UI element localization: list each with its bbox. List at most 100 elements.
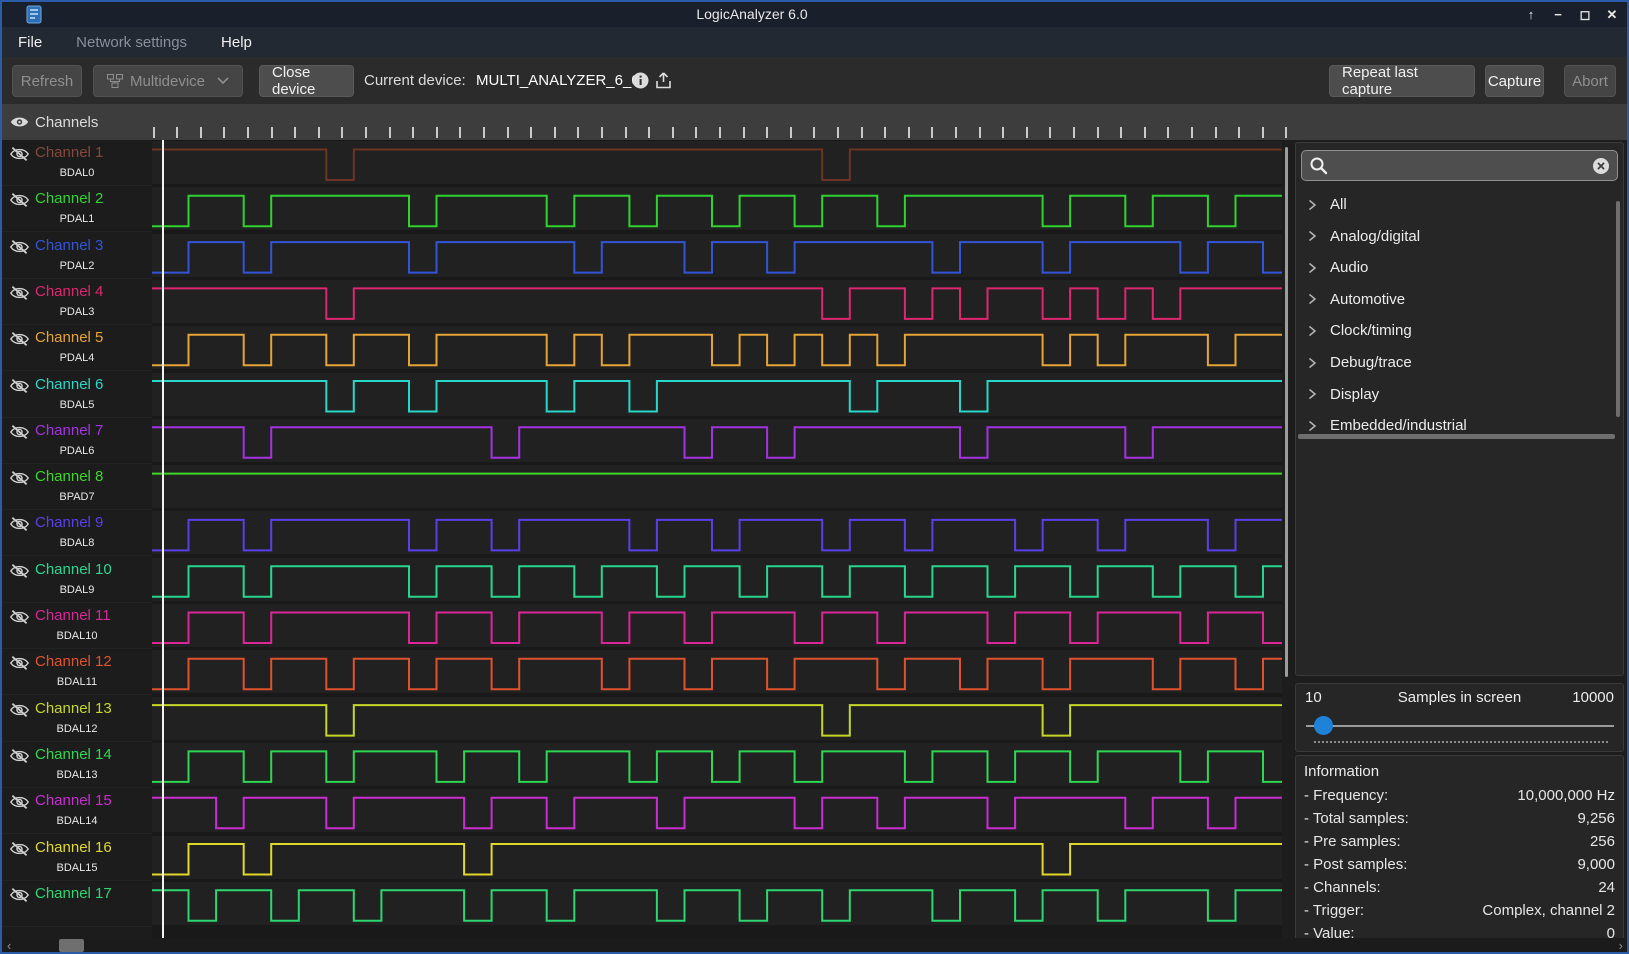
tree-item-debug-trace[interactable]: Debug/trace bbox=[1302, 347, 1602, 378]
channel-name[interactable]: Channel 14 bbox=[35, 746, 112, 763]
tree-item-label: Analog/digital bbox=[1330, 228, 1420, 245]
capture-button[interactable]: Capture bbox=[1485, 65, 1544, 97]
eye-off-icon[interactable] bbox=[10, 794, 29, 810]
eye-off-icon[interactable] bbox=[10, 748, 29, 764]
tree-item-analog-digital[interactable]: Analog/digital bbox=[1302, 221, 1602, 252]
channel-row[interactable]: Channel 9 BDAL8 bbox=[2, 510, 152, 556]
tree-item-audio[interactable]: Audio bbox=[1302, 252, 1602, 283]
eye-off-icon[interactable] bbox=[10, 609, 29, 625]
maximize-button[interactable]: ◻ bbox=[1576, 6, 1594, 24]
eye-off-icon[interactable] bbox=[10, 887, 29, 903]
channel-name[interactable]: Channel 12 bbox=[35, 653, 112, 670]
channel-row[interactable]: Channel 6BDAL5 bbox=[2, 372, 152, 418]
channel-name[interactable]: Channel 9 bbox=[35, 514, 103, 531]
eye-off-icon[interactable] bbox=[10, 285, 29, 301]
ruler-tick bbox=[507, 127, 509, 138]
channel-name[interactable]: Channel 4 bbox=[35, 283, 103, 300]
tree-item-display[interactable]: Display bbox=[1302, 379, 1602, 410]
samples-slider-thumb[interactable] bbox=[1314, 716, 1333, 735]
export-device-icon[interactable] bbox=[655, 72, 672, 89]
tree-item-automotive[interactable]: Automotive bbox=[1302, 284, 1602, 315]
channel-row[interactable]: Channel 16BDAL15 bbox=[2, 835, 152, 881]
ruler-tick bbox=[318, 127, 320, 138]
channel-name[interactable]: Channel 16 bbox=[35, 839, 112, 856]
chevron-right-icon[interactable] bbox=[1306, 262, 1318, 274]
channel-row[interactable]: Channel 11BDAL10 bbox=[2, 603, 152, 649]
menu-help[interactable]: Help bbox=[217, 32, 256, 53]
eye-off-icon[interactable] bbox=[10, 146, 29, 162]
scroll-right-icon[interactable]: › bbox=[1619, 938, 1623, 953]
eye-off-icon[interactable] bbox=[10, 424, 29, 440]
samples-slider-track[interactable] bbox=[1306, 725, 1614, 727]
info-row-label: - Post samples: bbox=[1304, 853, 1407, 876]
tree-vertical-scrollbar[interactable] bbox=[1616, 201, 1620, 417]
ruler-tick bbox=[790, 127, 792, 138]
close-device-button[interactable]: Close device bbox=[259, 65, 354, 97]
raise-button[interactable]: ↑ bbox=[1522, 6, 1540, 24]
chevron-right-icon[interactable] bbox=[1306, 325, 1318, 337]
tree-item-all[interactable]: All bbox=[1302, 189, 1602, 220]
tree-horizontal-scrollbar[interactable] bbox=[1298, 434, 1615, 439]
channel-name[interactable]: Channel 8 bbox=[35, 468, 103, 485]
eye-off-icon[interactable] bbox=[10, 702, 29, 718]
channel-row[interactable]: Channel 3PDAL2 bbox=[2, 233, 152, 279]
channel-row[interactable]: Channel 7PDAL6 bbox=[2, 418, 152, 464]
search-box[interactable] bbox=[1301, 150, 1618, 181]
channel-row[interactable]: Channel 15BDAL14 bbox=[2, 788, 152, 834]
channel-sub-label: BDAL8 bbox=[22, 537, 132, 549]
chevron-right-icon[interactable] bbox=[1306, 388, 1318, 400]
eye-off-icon[interactable] bbox=[10, 331, 29, 347]
chevron-right-icon[interactable] bbox=[1306, 230, 1318, 242]
channel-name[interactable]: Channel 7 bbox=[35, 422, 103, 439]
channel-row[interactable]: Channel 8BPAD7 bbox=[2, 464, 152, 510]
channel-name[interactable]: Channel 17 bbox=[35, 885, 112, 902]
waveform-vertical-scrollbar[interactable] bbox=[1285, 147, 1288, 677]
channel-name[interactable]: Channel 15 bbox=[35, 792, 112, 809]
eye-off-icon[interactable] bbox=[10, 470, 29, 486]
device-info-icon[interactable] bbox=[632, 72, 649, 89]
close-button[interactable]: ✕ bbox=[1603, 6, 1621, 24]
channel-row[interactable]: Channel 10BDAL9 bbox=[2, 557, 152, 603]
chevron-right-icon[interactable] bbox=[1306, 293, 1318, 305]
info-row-label: - Channels: bbox=[1304, 876, 1381, 899]
channel-name[interactable]: Channel 13 bbox=[35, 700, 112, 717]
eye-off-icon[interactable] bbox=[10, 192, 29, 208]
chevron-right-icon[interactable] bbox=[1306, 199, 1318, 211]
eye-off-icon[interactable] bbox=[10, 378, 29, 394]
eye-off-icon[interactable] bbox=[10, 239, 29, 255]
channel-name[interactable]: Channel 6 bbox=[35, 376, 103, 393]
eye-off-icon[interactable] bbox=[10, 563, 29, 579]
channel-row[interactable]: Channel 12BDAL11 bbox=[2, 649, 152, 695]
channel-row[interactable]: Channel 1BDAL0 bbox=[2, 140, 152, 186]
clear-search-icon[interactable] bbox=[1593, 158, 1609, 174]
horizontal-scrollbar-thumb[interactable] bbox=[59, 939, 84, 952]
eye-icon[interactable] bbox=[10, 113, 29, 131]
eye-off-icon[interactable] bbox=[10, 841, 29, 857]
repeat-last-capture-button[interactable]: Repeat last capture bbox=[1329, 65, 1475, 97]
channel-row[interactable]: Channel 13BDAL12 bbox=[2, 696, 152, 742]
channel-name[interactable]: Channel 11 bbox=[35, 607, 111, 624]
chevron-right-icon[interactable] bbox=[1306, 420, 1318, 432]
eye-off-icon[interactable] bbox=[10, 516, 29, 532]
channel-row[interactable]: Channel 14BDAL13 bbox=[2, 742, 152, 788]
waveform-trace bbox=[152, 751, 1282, 782]
channel-name[interactable]: Channel 1 bbox=[35, 144, 103, 161]
channel-row[interactable]: Channel 17 bbox=[2, 881, 152, 927]
scroll-left-icon[interactable]: ‹ bbox=[7, 938, 11, 953]
search-input[interactable] bbox=[1332, 153, 1586, 179]
channel-name[interactable]: Channel 2 bbox=[35, 190, 103, 207]
tree-item-clock-timing[interactable]: Clock/timing bbox=[1302, 315, 1602, 346]
menu-file[interactable]: File bbox=[14, 32, 46, 53]
channel-row[interactable]: Channel 2PDAL1 bbox=[2, 186, 152, 232]
channel-row[interactable]: Channel 5PDAL4 bbox=[2, 325, 152, 371]
channel-name[interactable]: Channel 10 bbox=[35, 561, 112, 578]
channel-row[interactable]: Channel 4PDAL3 bbox=[2, 279, 152, 325]
horizontal-scrollbar: ‹ › bbox=[2, 938, 1627, 954]
waveform-area[interactable] bbox=[152, 140, 1282, 938]
ruler-tick bbox=[341, 127, 343, 138]
channel-name[interactable]: Channel 5 bbox=[35, 329, 103, 346]
eye-off-icon[interactable] bbox=[10, 655, 29, 671]
channel-name[interactable]: Channel 3 bbox=[35, 237, 103, 254]
minimize-button[interactable]: − bbox=[1549, 6, 1567, 24]
chevron-right-icon[interactable] bbox=[1306, 357, 1318, 369]
